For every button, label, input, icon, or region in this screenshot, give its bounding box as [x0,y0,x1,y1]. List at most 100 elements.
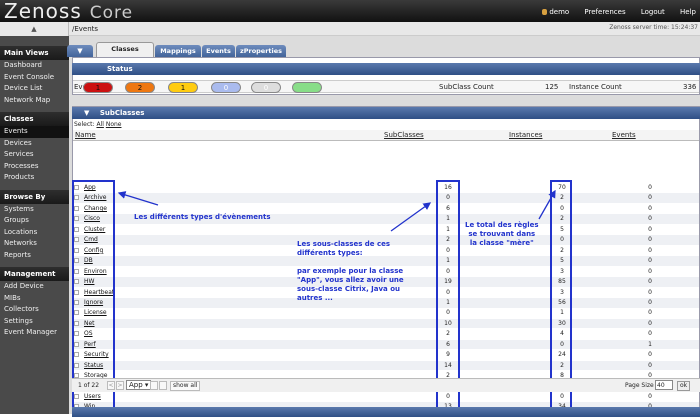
logout-link[interactable]: Logout [641,8,665,16]
sidebar-item-processes[interactable]: Processes [0,161,69,173]
subclasses-menu-dropdown[interactable]: ▼ [84,109,89,117]
bottom-panel-header [72,407,700,417]
status-severity-pill[interactable]: 1 [168,82,198,93]
col-subclasses[interactable]: SubClasses [384,131,424,139]
status-severity-pill[interactable]: 1 [83,82,113,93]
annotation-total: Le total des règles se trouvant dans la cl… [465,221,539,247]
subclass-count-value: 125 [545,83,559,91]
sidebar-section-management: Management [0,267,69,281]
breadcrumb-bar: /Events Zenoss server time: 15:24:37 [69,22,700,36]
table-row[interactable]: Archive 0 2 0 [73,193,699,204]
server-time: Zenoss server time: 15:24:37 [609,24,698,31]
sidebar: ▲ Main Views Dashboard Event Console Device … [0,22,69,414]
table-row[interactable]: Net 10 30 0 [73,318,699,329]
tab-classes[interactable]: Classes [96,42,154,57]
sidebar-item-services[interactable]: Services [0,149,69,161]
status-panel: Status Events 12100 SubClass Count 125 I… [72,57,700,95]
next-button[interactable] [150,381,158,390]
table-row[interactable]: App 16 70 0 [73,183,699,193]
page-size-input[interactable]: 40 [655,380,673,390]
sidebar-item-settings[interactable]: Settings [0,316,69,328]
table-row[interactable]: Users 0 0 0 [73,392,699,402]
row-events: 0 [648,298,652,306]
help-link[interactable]: Help [680,8,696,16]
show-all-button[interactable]: show all [170,381,201,391]
row-events: 0 [648,319,652,327]
table-row[interactable]: OS 2 4 0 [73,329,699,339]
status-severity-pill[interactable]: 0 [251,82,281,93]
sidebar-item-dashboard[interactable]: Dashboard [0,60,69,72]
col-name[interactable]: Name [75,131,96,139]
tab-zproperties[interactable]: zProperties [236,45,286,57]
pager-bar: 1 of 22 < > App ▾ show all Page Size 40 … [72,378,700,392]
status-row: Events 12100 SubClass Count 125 Instance… [73,80,699,93]
breadcrumb[interactable]: /Events [72,25,98,33]
tab-mappings[interactable]: Mappings [155,45,201,57]
select-bar: Select: All None [74,121,122,128]
row-events: 0 [648,246,652,254]
select-all-link[interactable]: All [96,121,103,128]
table-row[interactable]: Perf 6 0 1 [73,339,699,350]
table-row[interactable]: License 0 1 0 [73,308,699,318]
row-events: 0 [648,330,652,338]
next-page-button[interactable]: > [116,381,124,390]
sidebar-item-event-console[interactable]: Event Console [0,72,69,84]
zenoss-logo[interactable]: Zenoss Core [4,0,133,23]
row-events: 0 [648,184,652,191]
subclasses-panel: ▼ SubClasses Select: All None Name SubCl… [72,106,700,417]
sidebar-section-main-views: Main Views [0,46,69,60]
sidebar-item-groups[interactable]: Groups [0,215,69,227]
row-events: 0 [648,225,652,233]
last-button[interactable] [159,381,167,390]
sidebar-item-products[interactable]: Products [0,172,69,184]
col-events[interactable]: Events [612,131,636,139]
main-content: ▼ Classes Mappings Events zProperties St… [67,36,700,417]
subclasses-header: ▼ SubClasses [72,107,700,119]
sidebar-item-locations[interactable]: Locations [0,227,69,239]
sidebar-collapse-button[interactable]: ▲ [0,22,69,36]
tab-bar: ▼ Classes Mappings Events zProperties [67,42,700,57]
preferences-link[interactable]: Preferences [584,8,625,16]
sidebar-item-devices[interactable]: Devices [0,138,69,150]
annotation-types: Les différents types d'évènements [134,213,271,221]
sidebar-item-systems[interactable]: Systems [0,204,69,216]
sidebar-item-event-manager[interactable]: Event Manager [0,327,69,339]
instance-count-value: 336 [683,83,697,91]
sidebar-item-network-map[interactable]: Network Map [0,95,69,107]
row-events: 0 [648,215,652,223]
row-events: 0 [648,351,652,359]
row-events: 0 [648,393,652,400]
row-events: 0 [648,194,652,202]
sidebar-item-add-device[interactable]: Add Device [0,281,69,293]
table-row[interactable]: Cluster 1 5 0 [73,225,699,235]
top-bar: Zenoss Core demo Preferences Logout Help [0,0,700,23]
page-size-ok-button[interactable]: ok [677,381,691,391]
row-events: 0 [648,257,652,265]
row-events: 0 [648,204,652,212]
sidebar-item-events[interactable]: Events [0,126,69,138]
user-menu[interactable]: demo [542,8,569,16]
row-events: 1 [648,340,652,348]
sidebar-item-reports[interactable]: Reports [0,250,69,262]
status-severity-pill[interactable]: 2 [125,82,155,93]
table-row[interactable]: Status 14 2 0 [73,360,699,371]
table-row[interactable]: Security 9 24 0 [73,350,699,360]
user-icon [542,9,548,15]
sidebar-item-networks[interactable]: Networks [0,238,69,250]
status-severity-pill[interactable]: 0 [211,82,241,93]
page-select[interactable]: App ▾ [126,380,152,390]
sidebar-item-device-list[interactable]: Device List [0,83,69,95]
status-severity-pill[interactable] [292,82,322,93]
row-events: 0 [648,309,652,317]
column-header-row: Name SubClasses Instances Events [73,130,699,141]
select-none-link[interactable]: None [106,121,122,128]
prev-page-button[interactable]: < [107,381,115,390]
tab-menu-dropdown[interactable]: ▼ [67,45,93,57]
sidebar-item-mibs[interactable]: MIBs [0,293,69,305]
sidebar-item-collectors[interactable]: Collectors [0,304,69,316]
row-events: 0 [648,236,652,244]
tab-events[interactable]: Events [202,45,235,57]
col-instances[interactable]: Instances [509,131,542,139]
page-info: 1 of 22 [78,382,100,389]
row-events: 0 [648,288,652,296]
